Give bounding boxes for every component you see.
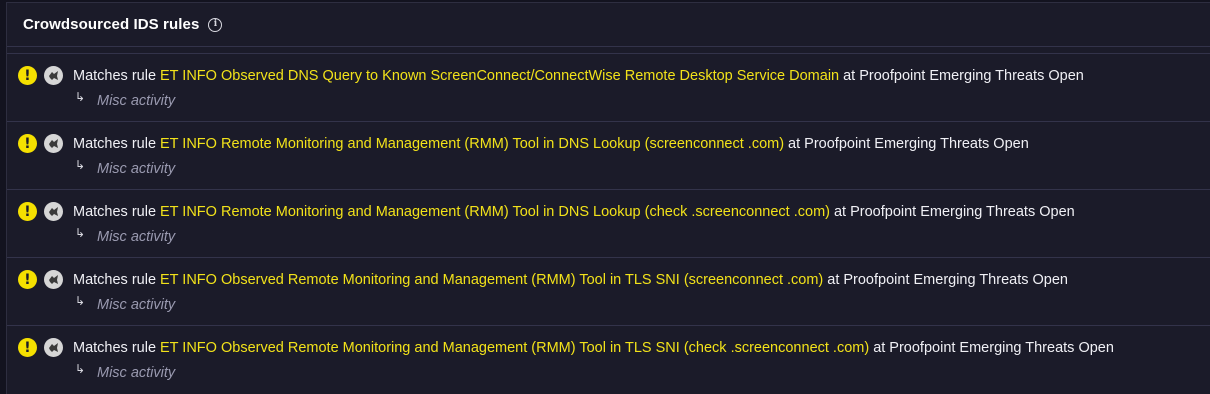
proofpoint-logo-icon [44, 66, 63, 85]
exclamation-circle-icon: ! [18, 66, 37, 85]
rule-row: ! Matches rule ET INFO Observed DNS Quer… [7, 53, 1210, 121]
rule-source: at Proofpoint Emerging Threats Open [833, 203, 1075, 220]
rule-prefix: Matches rule [73, 67, 157, 84]
proofpoint-logo-icon [44, 202, 63, 221]
rule-row: ! Matches rule ET INFO Observed Remote M… [7, 257, 1210, 325]
rules-list: ! Matches rule ET INFO Observed DNS Quer… [7, 53, 1210, 393]
card-title: Crowdsourced IDS rules [23, 16, 200, 33]
rule-source: at Proofpoint Emerging Threats Open [843, 67, 1084, 84]
rule-line: ! Matches rule ET INFO Observed DNS Quer… [18, 66, 1084, 85]
sub-arrow-icon: ↳ [75, 226, 86, 240]
rule-name-link[interactable]: ET INFO Observed Remote Monitoring and M… [160, 272, 823, 288]
info-circle-icon[interactable]: i [208, 17, 223, 32]
rule-line: ! Matches rule ET INFO Remote Monitoring… [18, 134, 1029, 153]
rule-source: at Proofpoint Emerging Threats Open [788, 135, 1029, 152]
exclamation-circle-icon: ! [18, 202, 37, 221]
exclamation-circle-icon: ! [18, 338, 37, 357]
rule-row: ! Matches rule ET INFO Remote Monitoring… [7, 189, 1210, 257]
rule-category: Misc activity [97, 297, 176, 313]
rule-row: ! Matches rule ET INFO Observed Remote M… [7, 325, 1210, 393]
sub-arrow-icon: ↳ [75, 362, 86, 376]
rule-category-line: ↳ Misc activity [75, 362, 176, 381]
sub-arrow-icon: ↳ [75, 90, 86, 104]
rule-name-link[interactable]: ET INFO Remote Monitoring and Management… [160, 204, 830, 220]
rule-category-line: ↳ Misc activity [75, 158, 176, 177]
rule-prefix: Matches rule [73, 271, 157, 288]
proofpoint-logo-icon [44, 338, 63, 357]
rule-row: ! Matches rule ET INFO Remote Monitoring… [7, 121, 1210, 189]
rule-category-line: ↳ Misc activity [75, 294, 176, 313]
rule-source: at Proofpoint Emerging Threats Open [827, 271, 1068, 288]
rule-category: Misc activity [97, 161, 176, 177]
rule-category-line: ↳ Misc activity [75, 226, 176, 245]
rule-name-link[interactable]: ET INFO Observed Remote Monitoring and M… [160, 340, 869, 356]
rule-category: Misc activity [97, 229, 176, 245]
exclamation-circle-icon: ! [18, 270, 37, 289]
rule-category: Misc activity [97, 365, 176, 381]
rule-category-line: ↳ Misc activity [75, 90, 176, 109]
sub-arrow-icon: ↳ [75, 294, 86, 308]
rule-category: Misc activity [97, 93, 176, 109]
rule-prefix: Matches rule [73, 135, 157, 152]
rule-prefix: Matches rule [73, 203, 157, 220]
rule-line: ! Matches rule ET INFO Observed Remote M… [18, 270, 1068, 289]
proofpoint-logo-icon [44, 270, 63, 289]
rule-line: ! Matches rule ET INFO Remote Monitoring… [18, 202, 1075, 221]
ids-rules-card: Crowdsourced IDS rules i ! Matches rule … [6, 2, 1210, 394]
rule-source: at Proofpoint Emerging Threats Open [873, 339, 1114, 356]
rule-name-link[interactable]: ET INFO Remote Monitoring and Management… [160, 136, 784, 152]
sub-arrow-icon: ↳ [75, 158, 86, 172]
card-header: Crowdsourced IDS rules i [7, 3, 1210, 47]
rule-line: ! Matches rule ET INFO Observed Remote M… [18, 338, 1114, 357]
rule-prefix: Matches rule [73, 339, 157, 356]
proofpoint-logo-icon [44, 134, 63, 153]
exclamation-circle-icon: ! [18, 134, 37, 153]
rule-name-link[interactable]: ET INFO Observed DNS Query to Known Scre… [160, 68, 839, 84]
